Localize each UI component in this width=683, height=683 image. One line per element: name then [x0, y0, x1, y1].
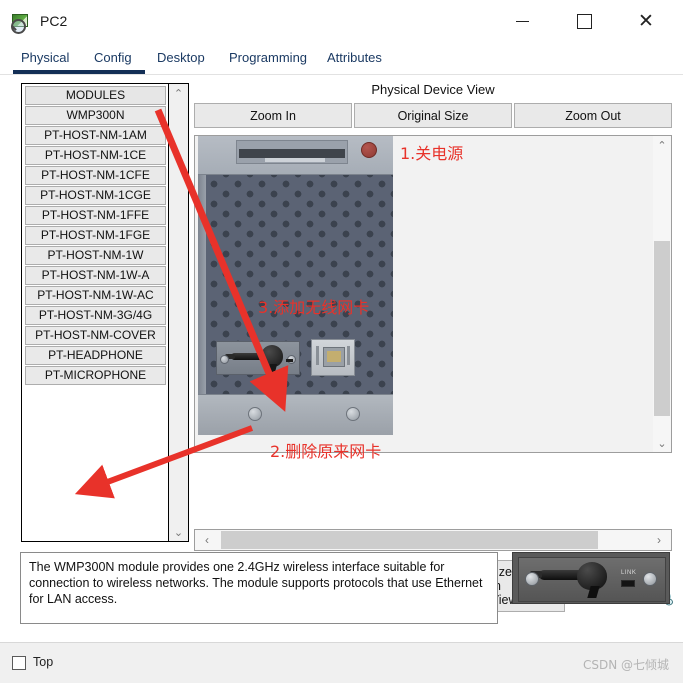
close-button[interactable]: ✕: [623, 0, 669, 42]
zoom-out-button[interactable]: Zoom Out: [514, 103, 672, 128]
chassis-base: [198, 394, 393, 435]
module-item-pt-host-nm-1fge[interactable]: PT-HOST-NM-1FGE: [25, 226, 166, 245]
scroll-down-icon[interactable]: ⌄: [169, 523, 188, 541]
link-label: LINK: [621, 570, 637, 576]
viewport-scroll-down-icon[interactable]: ⌄: [653, 434, 671, 452]
viewport-scroll-up-icon[interactable]: ⌃: [653, 136, 671, 154]
main-content: MODULES WMP300N PT-HOST-NM-1AM PT-HOST-N…: [0, 75, 683, 642]
module-item-wmp300n[interactable]: WMP300N: [25, 106, 166, 125]
zoom-in-button[interactable]: Zoom In: [194, 103, 352, 128]
scroll-up-icon[interactable]: ⌃: [169, 84, 188, 102]
window-title: PC2: [40, 13, 68, 29]
top-checkbox-label: Top: [33, 655, 54, 669]
module-item-pt-host-nm-1w[interactable]: PT-HOST-NM-1W: [25, 246, 166, 265]
close-icon: ✕: [638, 10, 654, 32]
pc-chassis-image[interactable]: [198, 136, 393, 435]
minimize-button[interactable]: [499, 0, 545, 42]
original-size-button[interactable]: Original Size: [354, 103, 512, 128]
status-bar: Top CSDN @七倾城: [0, 642, 683, 683]
module-item-pt-host-nm-1cge[interactable]: PT-HOST-NM-1CGE: [25, 186, 166, 205]
module-item-pt-host-nm-1cfe[interactable]: PT-HOST-NM-1CFE: [25, 166, 166, 185]
chassis-top-bezel: [198, 136, 393, 175]
viewport-hscroll-thumb[interactable]: [221, 531, 598, 549]
viewport-scroll-left-icon[interactable]: ‹: [195, 530, 219, 550]
module-item-pt-host-nm-1ce[interactable]: PT-HOST-NM-1CE: [25, 146, 166, 165]
optical-drive-slot: [236, 140, 348, 164]
module-description-box: The WMP300N module provides one 2.4GHz w…: [20, 552, 498, 624]
tab-bar: Physical Config Desktop Programming Attr…: [0, 42, 683, 74]
module-item-pt-host-nm-cover[interactable]: PT-HOST-NM-COVER: [25, 326, 166, 345]
csdn-watermark: CSDN @七倾城: [582, 658, 669, 672]
module-item-pt-headphone[interactable]: PT-HEADPHONE: [25, 346, 166, 365]
installed-wireless-module[interactable]: [216, 341, 300, 375]
annotation-step-3: 3.添加无线网卡: [258, 298, 370, 317]
viewport-vertical-scrollbar[interactable]: ⌃ ⌄: [653, 135, 672, 453]
viewport-horizontal-scrollbar[interactable]: ‹ ›: [194, 529, 672, 551]
module-item-pt-host-nm-1w-a[interactable]: PT-HOST-NM-1W-A: [25, 266, 166, 285]
power-button-icon[interactable]: [361, 142, 377, 158]
modules-list[interactable]: MODULES WMP300N PT-HOST-NM-1AM PT-HOST-N…: [22, 84, 168, 541]
physical-device-view-title: Physical Device View: [371, 82, 495, 97]
tab-desktop[interactable]: Desktop: [157, 42, 205, 74]
module-item-pt-host-nm-1am[interactable]: PT-HOST-NM-1AM: [25, 126, 166, 145]
packet-tracer-pc-icon: [10, 11, 30, 34]
installed-ethernet-module[interactable]: [311, 339, 355, 376]
modules-panel: MODULES WMP300N PT-HOST-NM-1AM PT-HOST-N…: [21, 83, 189, 542]
module-item-pt-host-nm-1ffe[interactable]: PT-HOST-NM-1FFE: [25, 206, 166, 225]
viewport-vscroll-thumb[interactable]: [654, 241, 670, 416]
module-item-pt-host-nm-3g-4g[interactable]: PT-HOST-NM-3G/4G: [25, 306, 166, 325]
modules-header: MODULES: [25, 86, 166, 105]
link-led-icon: [621, 580, 635, 587]
device-canvas[interactable]: [195, 136, 654, 435]
annotation-step-2: 2.删除原来网卡: [270, 442, 382, 461]
tab-programming[interactable]: Programming: [229, 42, 307, 74]
modules-scrollbar[interactable]: ⌃ ⌄: [168, 84, 188, 541]
top-checkbox[interactable]: [12, 656, 26, 670]
viewport-scroll-right-icon[interactable]: ›: [647, 530, 671, 550]
maximize-button[interactable]: [561, 0, 607, 42]
tab-attributes[interactable]: Attributes: [327, 42, 382, 74]
zoom-button-row: Zoom In Original Size Zoom Out: [194, 103, 672, 128]
module-item-pt-host-nm-1w-ac[interactable]: PT-HOST-NM-1W-AC: [25, 286, 166, 305]
annotation-step-1: 1.关电源: [400, 144, 464, 163]
module-item-pt-microphone[interactable]: PT-MICROPHONE: [25, 366, 166, 385]
wmp300n-module-image: LINK: [512, 552, 670, 604]
